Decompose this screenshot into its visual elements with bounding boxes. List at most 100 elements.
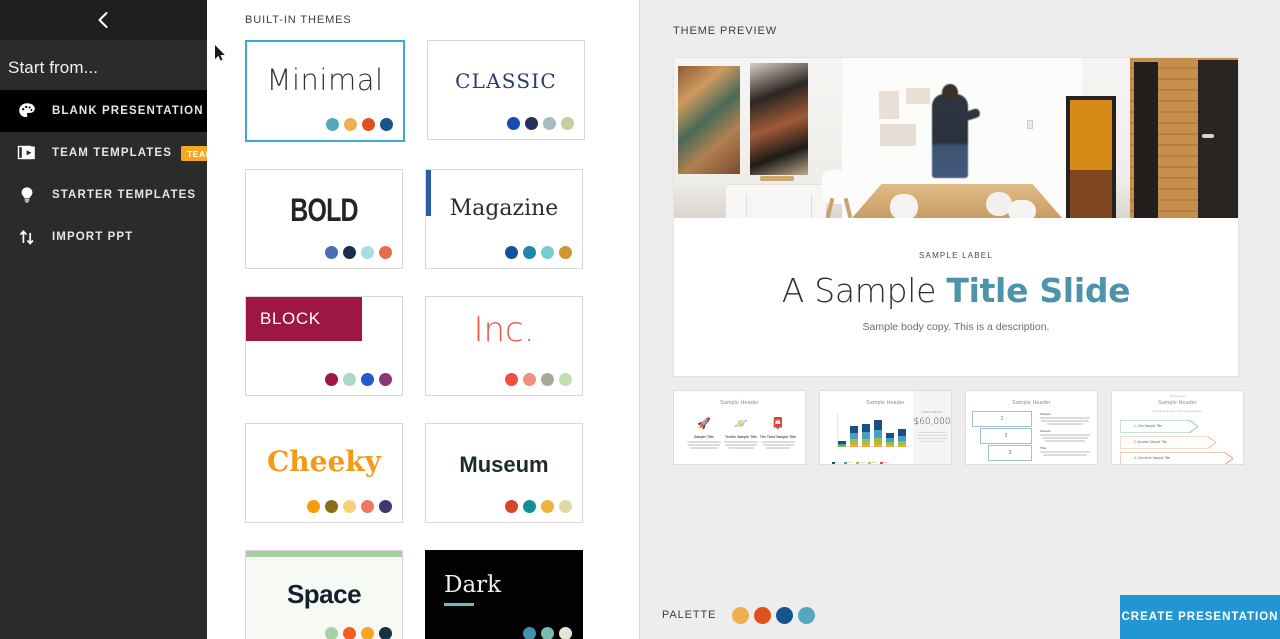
- theme-card-classic[interactable]: CLASSIC: [427, 40, 585, 140]
- swatch: [343, 373, 356, 386]
- palette-swatch: [732, 606, 750, 624]
- preview-pane: THEME PREVIEW SAMPLE LABEL A Sample Titl…: [639, 0, 1280, 639]
- swatch: [361, 246, 374, 259]
- swatch: [505, 373, 518, 386]
- space-accent-bar: [246, 551, 402, 557]
- step-box: 3: [988, 445, 1032, 461]
- step-label: Sample: [1040, 429, 1051, 433]
- thumb-col-title: The Third Sample Title: [759, 435, 797, 439]
- sidebar-nav: BLANK PRESENTATION TEAM TEMPLATES TEAM S…: [0, 90, 220, 258]
- theme-swatches: [325, 246, 392, 259]
- slide-thumbnail-strip: — Sample Header 🚀 Sample Title 🪐 Terrifi…: [673, 390, 1244, 465]
- theme-card-block[interactable]: BLOCK: [245, 296, 403, 396]
- kpi-label: SAMPLE METRIC: [921, 411, 943, 415]
- thumb-col-title: Sample Title: [694, 435, 714, 439]
- lightbulb-icon: [16, 184, 38, 206]
- step-label: Title: [1040, 446, 1047, 450]
- theme-name: Space: [286, 579, 362, 609]
- thumb-col-title: Terrific Sample Title: [724, 435, 758, 439]
- theme-card-dark[interactable]: Dark: [425, 550, 583, 639]
- chart-bar: [874, 420, 882, 447]
- swatch: [379, 500, 392, 513]
- swatch: [307, 500, 320, 513]
- theme-card-inc[interactable]: Inc.: [425, 296, 583, 396]
- theme-name: BOLD: [290, 192, 358, 228]
- palette-swatches[interactable]: [732, 606, 816, 624]
- swatch: [325, 373, 338, 386]
- new-presentation-dialog: Start from... BLANK PRESENTATION TEAM TE…: [0, 0, 1280, 639]
- swatch: [541, 373, 554, 386]
- theme-card-museum[interactable]: Museum: [425, 423, 583, 523]
- slide-thumbnail-steps[interactable]: Sample Header 1 2 3 Sample Sample Title: [965, 390, 1098, 465]
- theme-card-minimal[interactable]: Minimal: [245, 40, 405, 142]
- theme-name: Cheeky: [267, 445, 381, 478]
- swatch: [344, 118, 357, 131]
- swatch: [505, 500, 518, 513]
- swatch: [362, 118, 375, 131]
- theme-swatches: [505, 373, 572, 386]
- start-from-heading: Start from...: [8, 58, 99, 77]
- theme-swatches: [326, 118, 393, 131]
- swatch: [523, 373, 536, 386]
- thumb-subhead: Sample body copy. This is a description.: [1152, 409, 1203, 413]
- sidebar-item-label: TEAM TEMPLATES: [52, 147, 172, 159]
- swatch: [541, 246, 554, 259]
- chart-bar: [862, 424, 870, 447]
- chart-bar: [898, 429, 906, 447]
- chevron-row: 1. One Sample Title: [1120, 420, 1198, 433]
- swatch: [559, 500, 572, 513]
- chevron-label: 1. One Sample Title: [1134, 424, 1162, 428]
- kpi-value: $60,000: [913, 417, 951, 428]
- swatch: [343, 246, 356, 259]
- chart-bar: [886, 433, 894, 447]
- bar-chart: [828, 413, 910, 453]
- sidebar-item-label: IMPORT PPT: [52, 231, 134, 243]
- theme-card-space[interactable]: Space: [245, 550, 403, 639]
- themes-pane: BUILT-IN THEMES Minimal CLASSIC BOLD Mag…: [207, 0, 639, 639]
- slide-thumbnail-chart[interactable]: Sample Header Item 1 Item 2 Item 3 Item …: [819, 390, 952, 465]
- swatch: [361, 627, 374, 639]
- create-presentation-button[interactable]: CREATE PRESENTATION: [1120, 595, 1280, 639]
- theme-name: Inc.: [473, 310, 535, 350]
- block-banner: BLOCK: [246, 297, 362, 341]
- slide-thumbnail-icons[interactable]: — Sample Header 🚀 Sample Title 🪐 Terrifi…: [673, 390, 806, 465]
- sidebar-item-blank-presentation[interactable]: BLANK PRESENTATION: [0, 90, 207, 132]
- swatch: [561, 117, 574, 130]
- swatch: [523, 500, 536, 513]
- chart-kpi-panel: SAMPLE METRIC $60,000: [913, 391, 951, 464]
- theme-card-bold[interactable]: BOLD: [245, 169, 403, 269]
- swatch: [559, 373, 572, 386]
- slide-title-plain: A Sample: [781, 270, 947, 310]
- palette-swatch: [754, 606, 772, 624]
- chevron-left-icon[interactable]: [93, 9, 115, 31]
- swatch: [379, 246, 392, 259]
- theme-swatches: [507, 117, 574, 130]
- palette-swatch: [776, 606, 794, 624]
- swatch: [380, 118, 393, 131]
- slide-thumbnail-chevrons[interactable]: Sample Label Sample Header Sample body c…: [1111, 390, 1244, 465]
- chart-legend: Item 1 Item 2 Item 3 Item 4 Item 5: [832, 461, 889, 464]
- hero-slide-preview: SAMPLE LABEL A Sample Title Slide Sample…: [673, 57, 1239, 377]
- swatch: [505, 246, 518, 259]
- swatch: [525, 117, 538, 130]
- sidebar-item-team-templates[interactable]: TEAM TEMPLATES TEAM: [0, 132, 220, 174]
- swatch: [343, 627, 356, 639]
- theme-swatches: [505, 246, 572, 259]
- step-label: Sample: [1040, 412, 1051, 416]
- sidebar-item-import-ppt[interactable]: IMPORT PPT: [0, 216, 207, 258]
- slide-body-copy: Sample body copy. This is a description.: [862, 321, 1050, 334]
- theme-name: Magazine: [449, 196, 559, 221]
- theme-card-magazine[interactable]: Magazine: [425, 169, 583, 269]
- sidebar-item-label: STARTER TEMPLATES: [52, 189, 197, 201]
- step-box: 2: [980, 428, 1032, 444]
- chevron-row: 3. One More Sample Title: [1120, 452, 1233, 464]
- legend-label: Item 3: [859, 461, 866, 464]
- sidebar-item-starter-templates[interactable]: STARTER TEMPLATES: [0, 174, 207, 216]
- thumb-eyebrow: Sample Label: [1169, 395, 1186, 398]
- theme-card-cheeky[interactable]: Cheeky: [245, 423, 403, 523]
- slide-title: A Sample Title Slide: [781, 270, 1131, 310]
- swatch: [559, 246, 572, 259]
- theme-swatches: [325, 627, 392, 639]
- swatch: [541, 627, 554, 639]
- thumb-header: Sample Header: [1012, 400, 1051, 406]
